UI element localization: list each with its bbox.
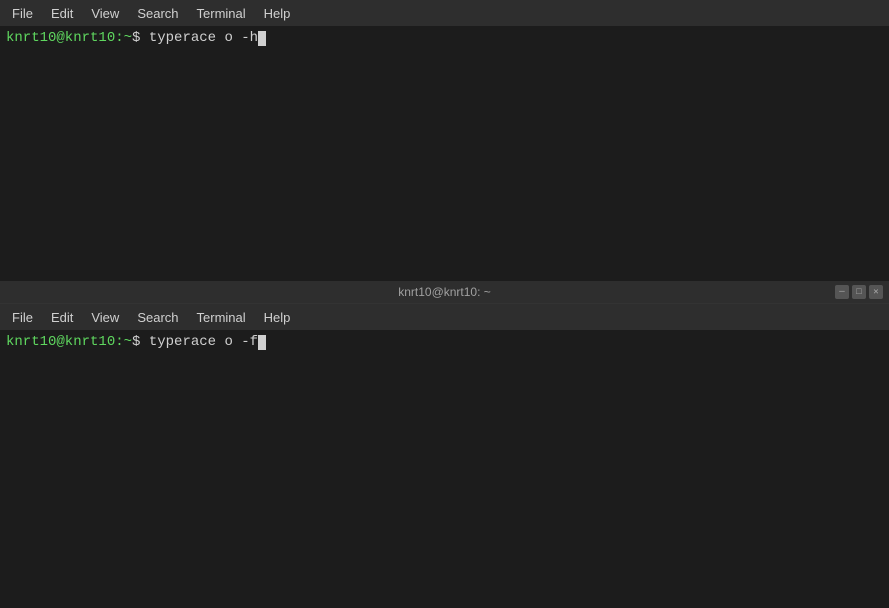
bottom-cursor — [258, 335, 266, 350]
top-prompt-dollar: $ — [132, 30, 140, 46]
bottom-menu-terminal[interactable]: Terminal — [189, 308, 254, 327]
bottom-menu-edit[interactable]: Edit — [43, 308, 81, 327]
top-maximize-button[interactable]: □ — [852, 285, 866, 299]
top-close-button[interactable]: ✕ — [869, 285, 883, 299]
top-prompt-command: typerace o -h — [140, 30, 258, 46]
top-menu-terminal[interactable]: Terminal — [189, 4, 254, 23]
bottom-menu-view[interactable]: View — [83, 308, 127, 327]
top-window-controls: ─ □ ✕ — [835, 285, 883, 299]
top-terminal-pane: File Edit View Search Terminal Help knrt… — [0, 0, 889, 304]
bottom-prompt-user: knrt10@knrt10:~ — [6, 334, 132, 350]
top-cursor — [258, 31, 266, 46]
bottom-terminal-content[interactable]: knrt10@knrt10:~$ typerace o -f — [0, 330, 889, 608]
top-menubar: File Edit View Search Terminal Help — [0, 0, 889, 26]
top-prompt-user: knrt10@knrt10:~ — [6, 30, 132, 46]
bottom-menu-search[interactable]: Search — [129, 308, 186, 327]
bottom-menu-help[interactable]: Help — [256, 308, 299, 327]
top-menu-edit[interactable]: Edit — [43, 4, 81, 23]
top-menu-view[interactable]: View — [83, 4, 127, 23]
top-minimize-button[interactable]: ─ — [835, 285, 849, 299]
top-menu-help[interactable]: Help — [256, 4, 299, 23]
bottom-prompt-line: knrt10@knrt10:~$ typerace o -f — [6, 334, 883, 350]
bottom-terminal-pane: File Edit View Search Terminal Help knrt… — [0, 304, 889, 608]
top-menu-file[interactable]: File — [4, 4, 41, 23]
top-prompt-line: knrt10@knrt10:~$ typerace o -h — [6, 30, 883, 46]
bottom-menu-file[interactable]: File — [4, 308, 41, 327]
bottom-prompt-dollar: $ — [132, 334, 140, 350]
top-menu-search[interactable]: Search — [129, 4, 186, 23]
bottom-prompt-command: typerace o -f — [140, 334, 258, 350]
bottom-menubar: File Edit View Search Terminal Help — [0, 304, 889, 330]
top-status-title: knrt10@knrt10: ~ — [398, 285, 491, 299]
top-terminal-content[interactable]: knrt10@knrt10:~$ typerace o -h — [0, 26, 889, 281]
top-status-bar: knrt10@knrt10: ~ ─ □ ✕ — [0, 281, 889, 303]
